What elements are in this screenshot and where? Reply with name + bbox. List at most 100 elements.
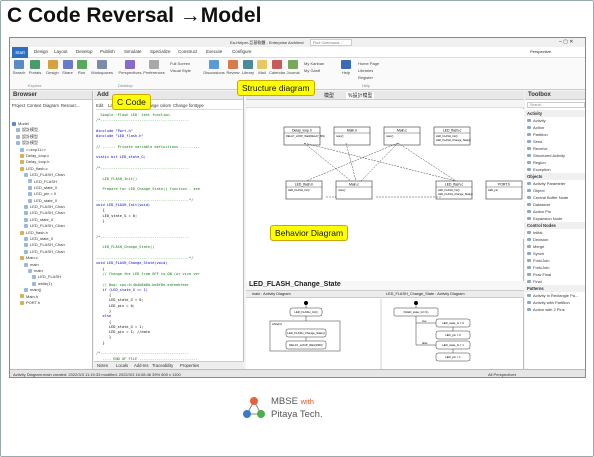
toolbox-item[interactable]: Fork/Join — [525, 264, 585, 271]
toolbox-item[interactable]: Send — [525, 138, 585, 145]
toolbox-item[interactable]: Action with 2 Pins — [525, 306, 585, 313]
menu-execute[interactable]: Execute — [206, 49, 222, 54]
structure-block[interactable]: Main.h main() — [333, 126, 371, 146]
find-command-input[interactable]: Find Command... — [310, 39, 352, 46]
menu-design[interactable]: Design — [34, 49, 48, 54]
ribbon-preferences[interactable]: Preferences — [142, 60, 166, 75]
menu-simulate[interactable]: Simulate — [124, 49, 142, 54]
toolbox-item[interactable]: Flow Final — [525, 271, 585, 278]
toolbox-item[interactable]: Merge — [525, 243, 585, 250]
bottom-tab-properties[interactable]: Properties — [180, 363, 199, 368]
structure-block[interactable]: Main.c main() — [383, 126, 421, 146]
toolbox-item[interactable]: Region — [525, 159, 585, 166]
menu-publish[interactable]: Publish — [100, 49, 115, 54]
browser-tab-resources[interactable]: Resourc... — [61, 103, 80, 108]
toolbox-section-header[interactable]: Patterns — [525, 285, 585, 292]
window-controls[interactable]: ‒ ▢ ✕ — [559, 39, 573, 45]
diagram-tab-design[interactable]: %設計模型 — [346, 92, 375, 99]
ribbon-visualstyle[interactable]: Visual Style — [170, 68, 191, 73]
menu-construct[interactable]: Construct — [178, 49, 197, 54]
toolbox-item[interactable]: Datastore — [525, 201, 585, 208]
activity-node[interactable]: LED_state_G = 1 — [442, 343, 464, 347]
bottom-tab-traceability[interactable]: Traceability — [152, 363, 173, 368]
element-icon — [24, 205, 28, 210]
toolbox-item[interactable]: Object — [525, 187, 585, 194]
bottom-tab-notes[interactable]: Notes — [97, 363, 108, 368]
ribbon-share[interactable]: Share — [61, 60, 74, 75]
activity-node[interactable]: LED_pin = 1 — [445, 355, 461, 359]
toolbox-item[interactable]: Synch — [525, 250, 585, 257]
ribbon-journal[interactable]: Journal — [286, 60, 300, 75]
toolbox-item[interactable]: Activity in Rectangle Pa... — [525, 292, 585, 299]
toolbox-item[interactable]: Activity — [525, 117, 585, 124]
diagram-tab-model[interactable]: 模型 — [324, 92, 334, 99]
ribbon-libraries[interactable]: Libraries — [358, 68, 373, 73]
toolbox-item[interactable]: Fork/Join — [525, 257, 585, 264]
browser-tab-project[interactable]: Project — [12, 103, 25, 108]
structure-block[interactable]: Main.c main() — [335, 180, 373, 200]
ribbon-design[interactable]: Design — [46, 60, 59, 75]
toolbox-section-header[interactable]: Objects — [525, 173, 585, 180]
menu-specialize[interactable]: Specialize — [150, 49, 171, 54]
browser-tab-diagram[interactable]: Diagram — [43, 103, 59, 108]
menu-configure[interactable]: Configure — [232, 49, 252, 54]
behavior-tab-main[interactable]: main : Activity Diagram — [252, 292, 291, 296]
ribbon-mail[interactable]: Mail — [256, 60, 268, 75]
ribbon-homepage[interactable]: Home Page — [358, 61, 379, 66]
ribbon-run[interactable]: Run — [76, 60, 87, 75]
structure-block[interactable]: Delay_loop.hDELAY_LOOP_Wait(DELAY_MS) — [283, 126, 325, 146]
structure-block[interactable]: PORT.hLED_pin — [485, 180, 523, 200]
bottom-tab-locals[interactable]: Locals — [116, 363, 128, 368]
menu-layout[interactable]: Layout — [54, 49, 68, 54]
ribbon-mykanban[interactable]: My Kanban — [304, 61, 324, 66]
toolbox-item[interactable]: Activity with Partition — [525, 299, 585, 306]
toolbox-item[interactable]: Expansion Node — [525, 215, 585, 222]
ribbon-calendar[interactable]: Calendar — [269, 60, 285, 75]
toolbox-item[interactable]: Exception — [525, 166, 585, 173]
activity-node[interactable]: LED_FLASH_Change_State() — [287, 331, 324, 335]
toolbox-item[interactable]: Central Buffer Node — [525, 194, 585, 201]
menu-start-tab[interactable]: Start — [12, 47, 28, 58]
structure-block[interactable]: LED_flash.hLED_FLASH_Init() — [285, 180, 323, 200]
ribbon-register[interactable]: Register — [358, 75, 373, 80]
toolbox-item[interactable]: Decision — [525, 236, 585, 243]
toolbox-item[interactable]: Structured Activity — [525, 152, 585, 159]
toolbox-item[interactable]: Action Pin — [525, 208, 585, 215]
toolbox-section-header[interactable]: Control Nodes — [525, 222, 585, 229]
perspective-menu[interactable]: Perspective — [530, 49, 551, 54]
toolbox-item[interactable]: Action — [525, 124, 585, 131]
activity-node[interactable]: LED_state_G = 0 — [442, 321, 464, 325]
tree-item[interactable]: PORT.h — [12, 300, 92, 306]
code-tab-edit[interactable]: Edit — [96, 103, 103, 108]
ribbon-portals[interactable]: Portals — [28, 60, 42, 75]
decision-node[interactable]: if(LED_state_G==1) — [404, 310, 429, 314]
menu-develop[interactable]: Develop — [76, 49, 93, 54]
code-tab-change-fonttype[interactable]: Change fonttype — [173, 103, 204, 108]
ribbon-fullscreen[interactable]: Full Screen — [170, 61, 190, 66]
browser-tab-context[interactable]: Context — [27, 103, 41, 108]
structure-block[interactable]: LED_flash.cLED_FLASH_Init()LED_FLASH_Cha… — [433, 126, 471, 146]
ribbon-search[interactable]: Search — [12, 60, 26, 75]
toolbox-item[interactable]: Activity Parameter — [525, 180, 585, 187]
ribbon-library[interactable]: Library — [241, 60, 255, 75]
ribbon-perspectives[interactable]: Perspectives — [118, 60, 142, 75]
ribbon-workspaces[interactable]: Workspaces — [90, 60, 114, 75]
toolbox-item[interactable]: Initial — [525, 229, 585, 236]
activity-node[interactable]: DELAY_LOOP_Wait(1000) — [289, 343, 322, 347]
toolbox-item[interactable]: Final — [525, 278, 585, 285]
bottom-tab-addins[interactable]: Add-Ins — [134, 363, 148, 368]
ribbon-mygantt[interactable]: My Gantt — [304, 68, 320, 73]
activity-node[interactable]: LED_FLASH_Init() — [294, 310, 317, 314]
structure-block[interactable]: LED_flash.cLED_FLASH_Init()LED_FLASH_Cha… — [435, 180, 473, 200]
toolbox-section-header[interactable]: Activity — [525, 110, 585, 117]
behavior-tab-ledflash[interactable]: LED_FLASH_Change_State : Activity Diagra… — [386, 292, 465, 296]
toolbox-item[interactable]: Partition — [525, 131, 585, 138]
activity-node[interactable]: LED_pin = 0 — [445, 333, 461, 337]
code-text[interactable]: Simple 'Flash LED' test function./*-----… — [96, 113, 242, 367]
element-icon — [16, 134, 20, 139]
ribbon-help[interactable]: Help — [340, 60, 352, 75]
ribbon-review[interactable]: Review — [226, 60, 240, 75]
ribbon-discussions[interactable]: Discussions — [202, 60, 226, 75]
toolbox-item[interactable]: Receive — [525, 145, 585, 152]
toolbox-search-input[interactable]: Search — [527, 102, 585, 108]
